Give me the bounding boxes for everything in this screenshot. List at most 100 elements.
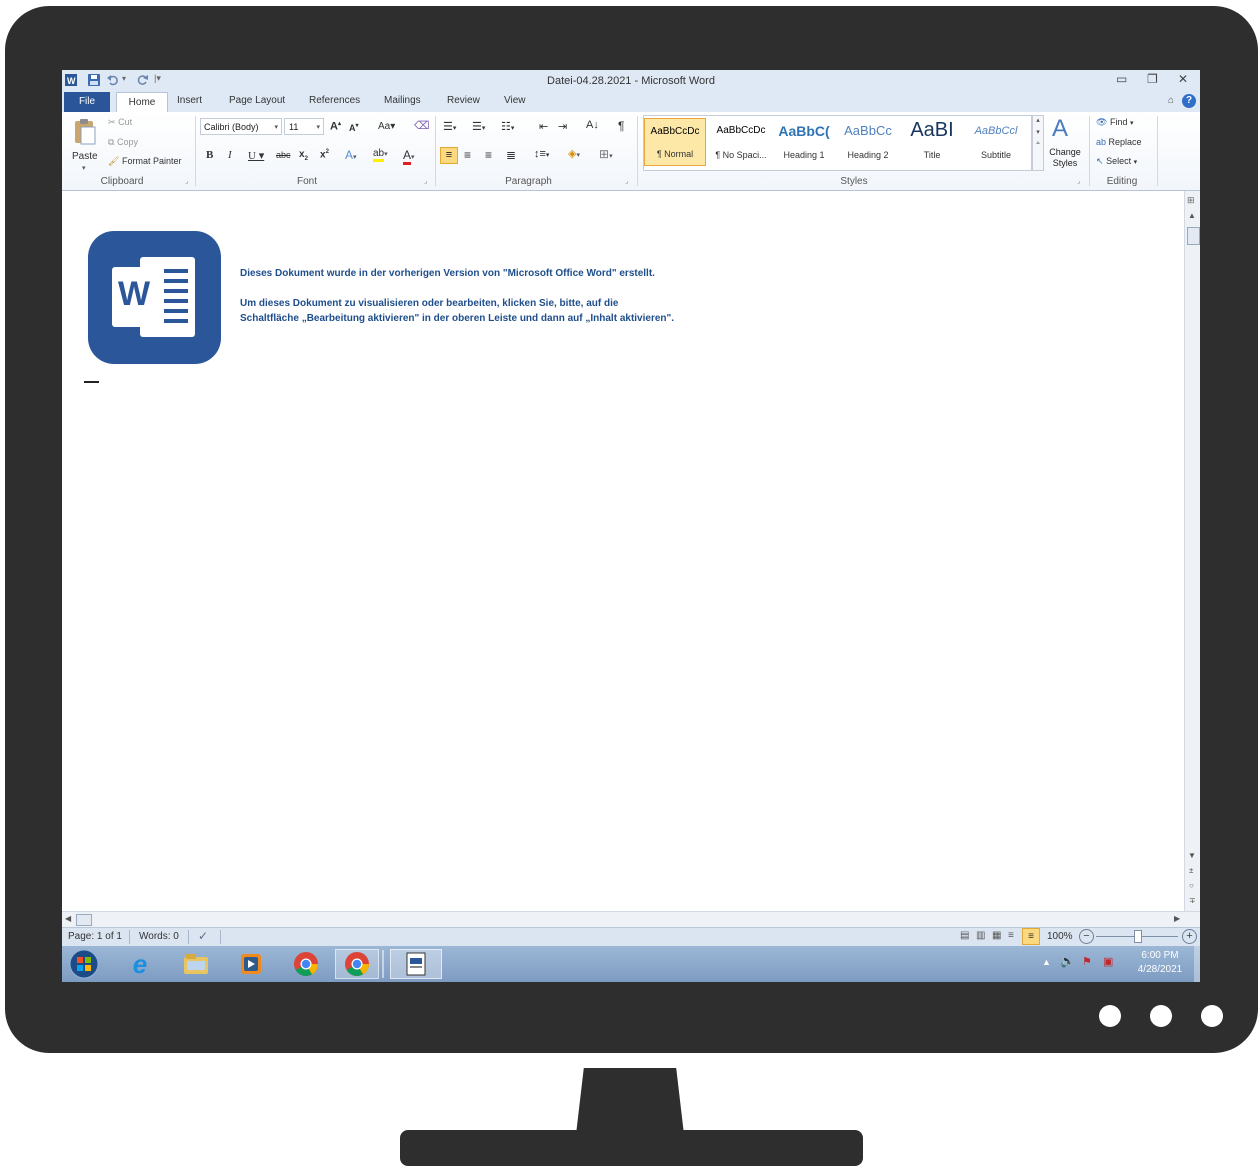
italic-icon[interactable]: I <box>228 149 232 161</box>
justify-icon[interactable]: ≣ <box>506 148 516 162</box>
subscript-icon[interactable]: x2 <box>299 149 308 162</box>
show-desktop-button[interactable] <box>1194 946 1200 982</box>
web-layout-icon[interactable]: ▦ <box>992 930 1001 941</box>
horizontal-scrollbar[interactable]: ◀ ▶ <box>62 911 1200 928</box>
chevron-down-icon[interactable]: ▾ <box>1033 128 1043 136</box>
bullets-icon[interactable]: ☰▾ <box>443 120 456 133</box>
align-left-icon[interactable]: ≡ <box>440 147 458 164</box>
more-styles-icon[interactable]: ⩡ <box>1033 140 1043 148</box>
paste-dropdown-icon[interactable]: ▾ <box>82 164 86 172</box>
copy-button[interactable]: ⧉ Copy <box>108 137 138 148</box>
multilevel-list-icon[interactable]: ☷▾ <box>501 120 514 133</box>
tab-home[interactable]: Home <box>116 92 168 113</box>
outline-icon[interactable]: ≡ <box>1008 930 1014 941</box>
clear-formatting-icon[interactable]: ⌫ <box>414 119 430 132</box>
tab-page-layout[interactable]: Page Layout <box>229 95 285 106</box>
chrome-icon[interactable] <box>290 949 322 979</box>
scroll-down-icon[interactable]: ▼ <box>1188 851 1196 860</box>
select-button[interactable]: ↖ Select ▾ <box>1096 156 1137 167</box>
grow-font-icon[interactable]: A▴ <box>330 120 341 133</box>
tab-view[interactable]: View <box>504 95 526 106</box>
tab-mailings[interactable]: Mailings <box>384 95 421 106</box>
next-page-icon[interactable]: ∓ <box>1189 896 1196 905</box>
previous-page-icon[interactable]: ± <box>1189 866 1193 875</box>
vertical-scrollbar[interactable]: ⊞ ▲ ▼ ± ○ ∓ <box>1184 191 1200 911</box>
sort-icon[interactable]: A↓ <box>586 119 599 131</box>
align-right-icon[interactable]: ≡ <box>485 148 492 162</box>
style-heading-1[interactable]: AaBbC( Heading 1 <box>773 118 835 168</box>
style-subtitle[interactable]: AaBbCcl Subtitle <box>965 118 1027 168</box>
zoom-level[interactable]: 100% <box>1047 931 1073 942</box>
underline-icon[interactable]: U ▾ <box>248 149 264 162</box>
style-title[interactable]: AaBI Title <box>901 118 963 168</box>
clock-time[interactable]: 6:00 PM <box>1128 950 1192 961</box>
strikethrough-icon[interactable]: abc <box>276 150 291 160</box>
scroll-left-icon[interactable]: ◀ <box>65 914 71 923</box>
zoom-in-icon[interactable]: + <box>1182 929 1197 944</box>
clock-date[interactable]: 4/28/2021 <box>1128 964 1192 975</box>
document-page[interactable]: W Dieses Dokument wurde in der vorherige… <box>62 191 1184 911</box>
format-painter-button[interactable]: 🖌 Format Painter <box>108 156 181 167</box>
tab-file[interactable]: File <box>64 92 110 112</box>
highlight-icon[interactable]: ab▾ <box>373 148 388 162</box>
start-button[interactable] <box>68 949 100 979</box>
styles-dialog-launcher-icon[interactable]: ⌟ <box>1077 177 1080 185</box>
shrink-font-icon[interactable]: A▾ <box>349 122 359 133</box>
help-icon[interactable]: ? <box>1182 94 1196 108</box>
chevron-up-icon[interactable]: ▴ <box>1033 116 1043 124</box>
proofing-icon[interactable]: ✓ <box>198 929 208 943</box>
borders-icon[interactable]: ⊞▾ <box>599 147 613 161</box>
superscript-icon[interactable]: x2 <box>320 149 329 160</box>
font-color-icon[interactable]: A▾ <box>403 148 415 165</box>
scroll-thumb[interactable] <box>1187 227 1200 245</box>
style-no-spacing[interactable]: AaBbCcDc ¶ No Spaci... <box>710 118 772 168</box>
bold-icon[interactable]: B <box>206 149 213 161</box>
numbering-icon[interactable]: ☰▾ <box>472 120 485 133</box>
font-dialog-launcher-icon[interactable]: ⌟ <box>424 177 427 185</box>
scroll-up-icon[interactable]: ▲ <box>1188 211 1196 220</box>
decrease-indent-icon[interactable]: ⇤ <box>539 120 548 133</box>
restore-icon[interactable]: ❐ <box>1147 72 1158 86</box>
word-document-taskbar-icon[interactable] <box>390 949 442 979</box>
font-name-select[interactable]: Calibri (Body) ▾ <box>200 118 282 135</box>
align-center-icon[interactable]: ≡ <box>464 148 471 162</box>
font-size-select[interactable]: 11 ▾ <box>284 118 324 135</box>
word-count[interactable]: Words: 0 <box>139 931 179 942</box>
clipboard-dialog-launcher-icon[interactable]: ⌟ <box>185 177 188 185</box>
replace-button[interactable]: ab Replace <box>1096 137 1142 147</box>
line-spacing-icon[interactable]: ↕≡▾ <box>534 148 549 160</box>
zoom-slider-thumb[interactable] <box>1134 930 1142 943</box>
show-formatting-icon[interactable]: ¶ <box>618 119 624 133</box>
paste-button[interactable]: Paste ▾ <box>66 116 104 174</box>
shading-icon[interactable]: ◈▾ <box>568 147 580 160</box>
minimize-ribbon-icon[interactable]: ⌂ <box>1168 95 1174 106</box>
close-icon[interactable]: ✕ <box>1178 72 1188 86</box>
ruler-toggle-icon[interactable]: ⊞ <box>1187 195 1195 206</box>
cut-button[interactable]: ✂ Cut <box>108 117 132 128</box>
styles-scroll[interactable]: ▴ ▾ ⩡ <box>1032 115 1044 171</box>
media-player-icon[interactable] <box>235 949 267 979</box>
browse-object-icon[interactable]: ○ <box>1189 881 1194 890</box>
find-button[interactable]: 👁 Find ▾ <box>1096 117 1134 128</box>
file-explorer-icon[interactable] <box>180 949 212 979</box>
full-screen-reading-icon[interactable]: ▥ <box>976 930 985 941</box>
draft-view-icon[interactable]: ≡ <box>1022 928 1040 945</box>
change-case-icon[interactable]: Aa▾ <box>378 121 395 132</box>
action-center-icon[interactable]: ⚑ <box>1082 955 1092 968</box>
tab-review[interactable]: Review <box>447 95 480 106</box>
style-normal[interactable]: AaBbCcDc ¶ Normal <box>644 118 706 166</box>
change-styles-button[interactable]: A Change Styles <box>1046 115 1084 173</box>
style-heading-2[interactable]: AaBbCc Heading 2 <box>837 118 899 168</box>
network-icon[interactable]: ▣ <box>1103 955 1113 968</box>
text-effects-icon[interactable]: A▾ <box>345 148 357 162</box>
increase-indent-icon[interactable]: ⇥ <box>558 120 567 133</box>
tray-expand-icon[interactable]: ▲ <box>1042 957 1051 967</box>
internet-explorer-icon[interactable]: e <box>124 949 156 979</box>
minimize-icon[interactable]: ▭ <box>1116 72 1127 86</box>
print-layout-icon[interactable]: ▤ <box>960 930 969 941</box>
hscroll-thumb[interactable] <box>76 914 92 926</box>
chrome-active-icon[interactable] <box>335 949 379 979</box>
scroll-right-icon[interactable]: ▶ <box>1174 914 1180 923</box>
tab-insert[interactable]: Insert <box>177 95 202 106</box>
volume-icon[interactable]: 🔈 <box>1060 954 1075 968</box>
